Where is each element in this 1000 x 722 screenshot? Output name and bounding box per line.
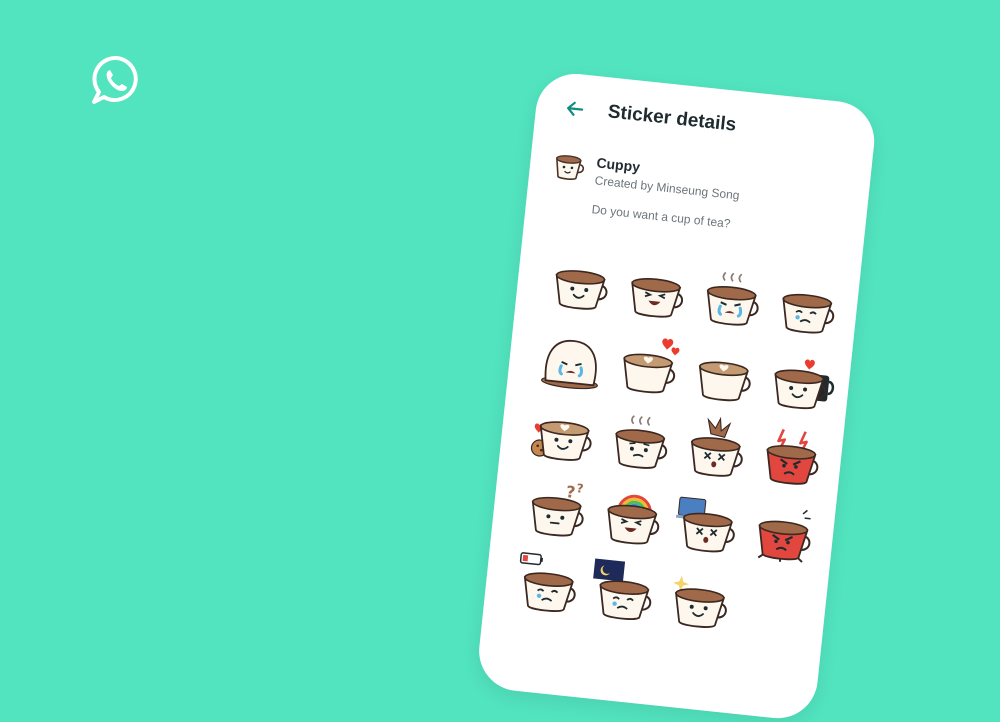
sticker-cup-cry-spill[interactable] — [692, 260, 771, 339]
cup-dizzy-splash-icon — [690, 416, 743, 477]
whatsapp-logo-icon — [88, 52, 144, 108]
sticker-cup-night[interactable] — [584, 554, 663, 633]
sticker-cup-laugh[interactable] — [616, 252, 695, 331]
sticker-cup-smile[interactable] — [540, 244, 619, 323]
melted-cup-cry-icon — [541, 340, 598, 390]
sticker-latte-broken-heart[interactable] — [684, 335, 763, 414]
cup-cry-spill-icon — [706, 271, 759, 326]
cup-laugh-icon — [631, 278, 683, 318]
cup-sad-tears-icon — [782, 293, 835, 334]
red-cup-burning-icon — [757, 509, 811, 563]
sticker-cup-dizzy-splash[interactable] — [676, 411, 755, 490]
cup-smile-icon — [555, 270, 608, 310]
cup-night-icon — [593, 558, 652, 620]
cup-love-black-mug-icon — [774, 359, 835, 410]
sticker-red-cup-angry[interactable] — [751, 419, 830, 498]
cup-laptop-tired-icon — [675, 496, 735, 553]
cup-low-battery-icon — [519, 552, 576, 612]
cup-sparkle-icon — [673, 575, 727, 628]
arrow-left-icon — [567, 101, 584, 116]
back-button[interactable] — [561, 95, 590, 124]
red-cup-angry-icon — [766, 428, 819, 485]
cup-worried-icon — [615, 415, 668, 469]
latte-cookie-icon — [530, 421, 592, 461]
sticker-cup-worried[interactable] — [600, 403, 679, 482]
svg-text:?: ? — [576, 481, 584, 496]
sticker-latte-heart[interactable] — [608, 327, 687, 406]
latte-broken-heart-icon — [698, 361, 751, 402]
sticker-pack-description: Do you want a cup of tea? — [591, 202, 732, 231]
sticker-pack-name: Cuppy — [595, 154, 641, 175]
sticker-pack-thumbnail — [551, 150, 588, 183]
sticker-cup-sad-tears[interactable] — [767, 268, 846, 347]
cup-confused-icon: ?? — [531, 481, 584, 537]
latte-heart-icon — [623, 338, 680, 394]
sticker-pack-author: Created by Minseung Song — [594, 173, 741, 203]
sticker-grid: ?? — [509, 244, 847, 649]
sticker-cup-rainbow[interactable] — [592, 478, 671, 557]
sticker-cup-low-battery[interactable] — [509, 546, 588, 625]
page-title: Sticker details — [606, 101, 738, 136]
cup-rainbow-icon — [607, 494, 660, 545]
sticker-cup-laptop-tired[interactable] — [668, 486, 747, 565]
sticker-cup-sparkle[interactable] — [660, 562, 739, 641]
sticker-melted-cup-cry[interactable] — [532, 319, 611, 398]
phone-screen: Sticker details Cuppy Created by Minseun… — [475, 70, 879, 722]
sticker-latte-cookie[interactable] — [524, 395, 603, 474]
sticker-cup-love-black-mug[interactable] — [759, 343, 838, 422]
sticker-cup-confused[interactable]: ?? — [517, 471, 596, 550]
